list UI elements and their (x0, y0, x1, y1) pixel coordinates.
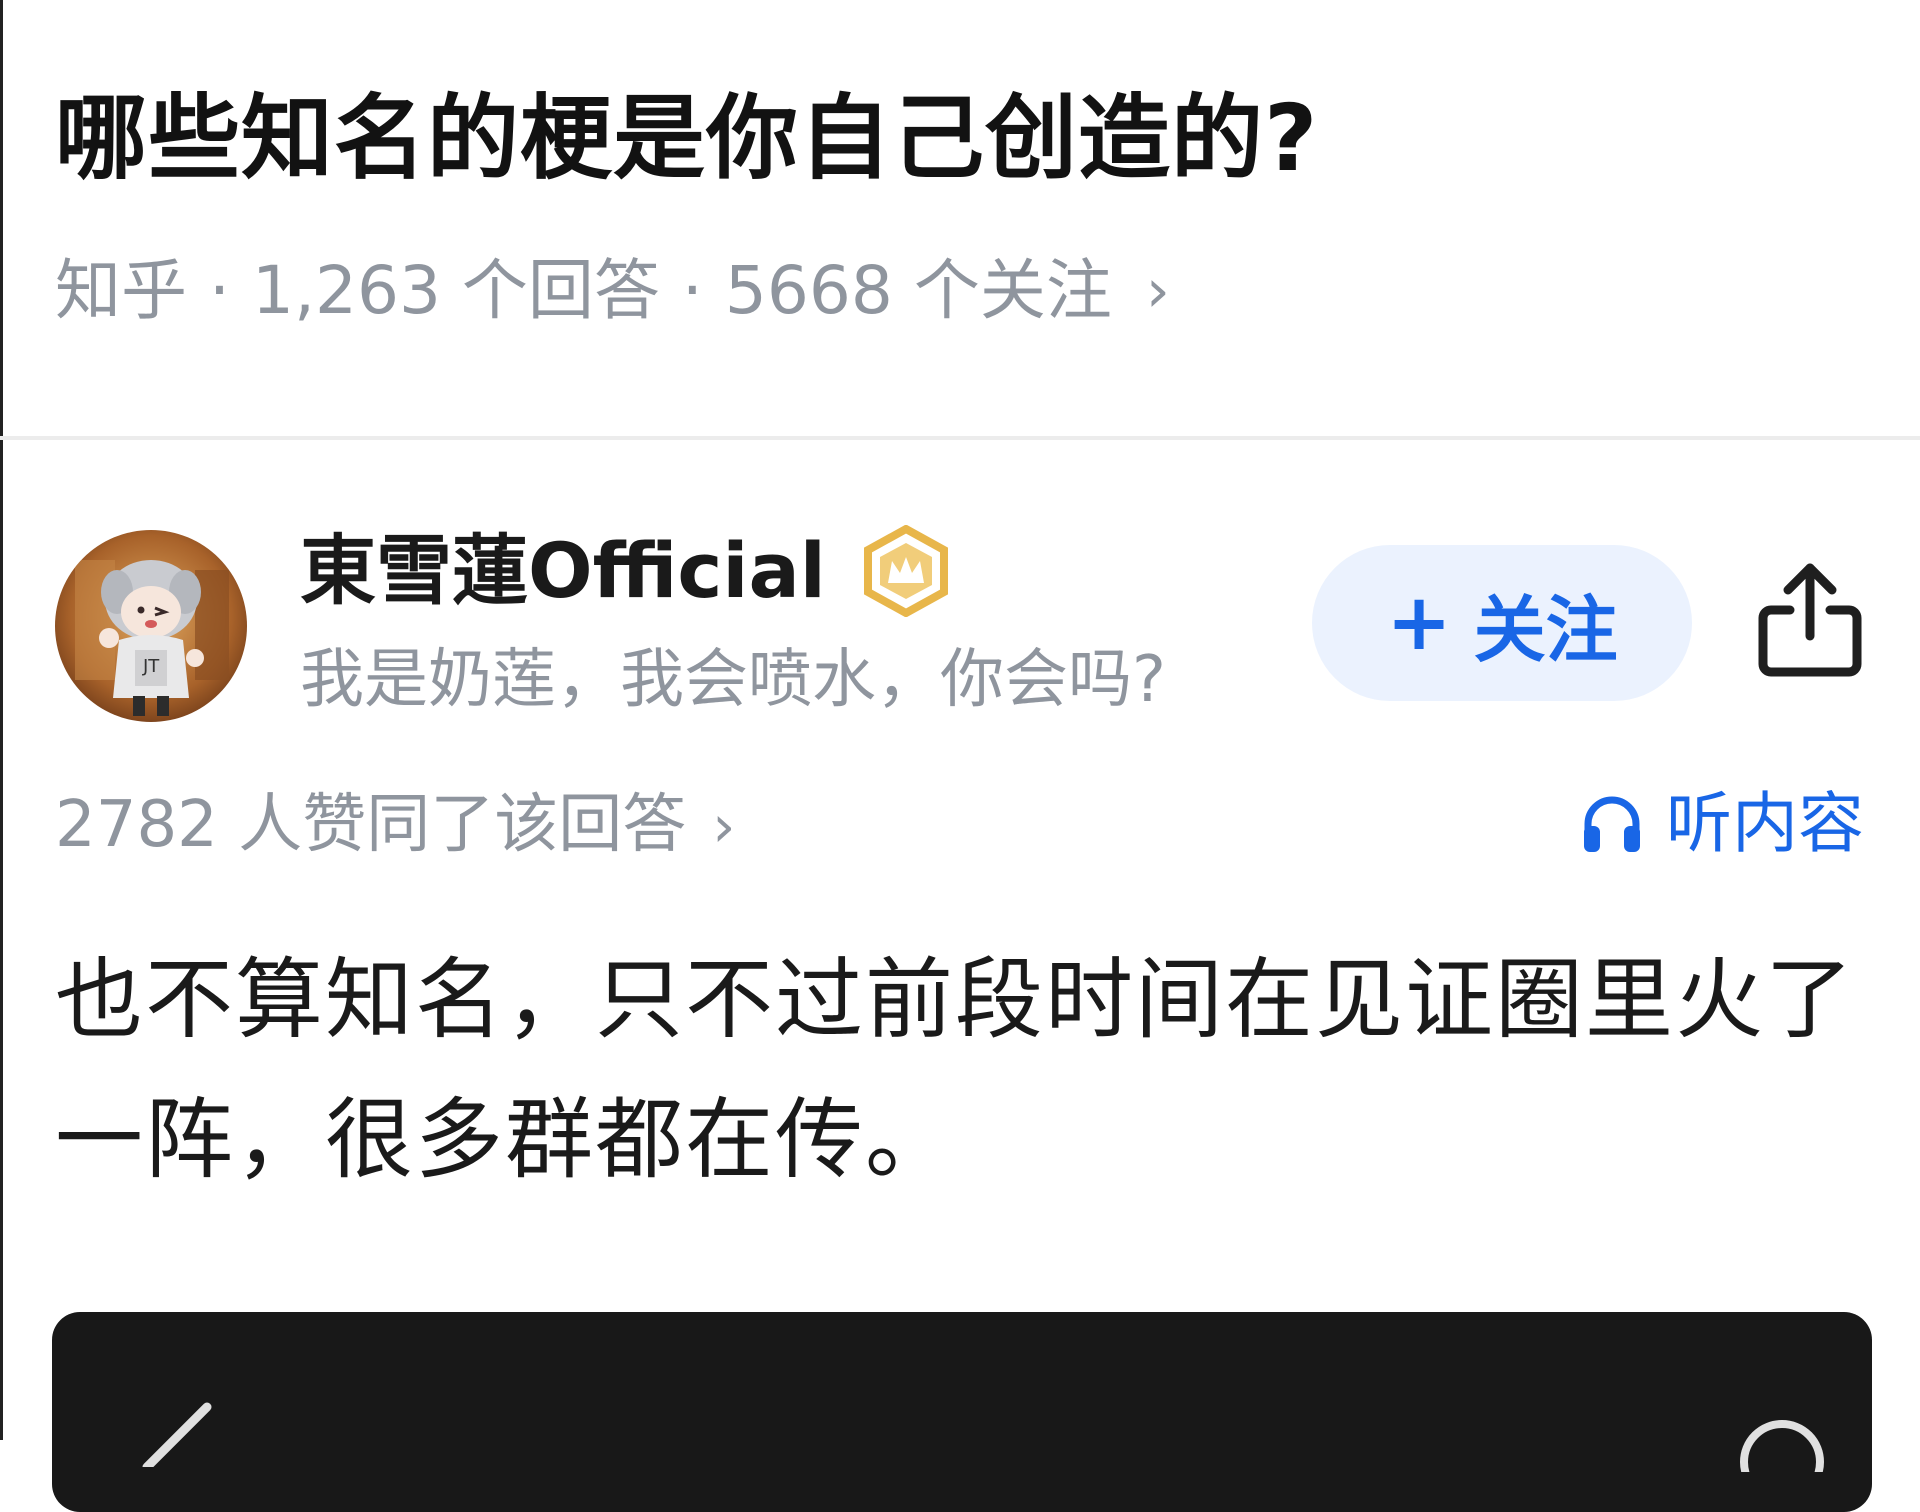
embedded-media-card[interactable] (52, 1312, 1872, 1512)
follow-button[interactable]: + 关注 (1312, 545, 1692, 701)
share-icon[interactable] (1755, 560, 1865, 680)
vote-count-text: 2782 人赞同了该回答 (55, 788, 687, 862)
headphone-icon (1580, 792, 1644, 856)
crown-badge-icon (860, 524, 952, 618)
svg-text:JT: JT (142, 656, 160, 677)
chevron-right-icon: › (712, 792, 736, 860)
screen-edge (0, 0, 3, 1440)
chevron-right-icon: › (1145, 256, 1170, 326)
author-bio: 我是奶莲，我会喷水，你会吗? (300, 643, 1166, 717)
follow-label: 关注 (1473, 587, 1618, 672)
author-name[interactable]: 東雪蓮Official (300, 529, 826, 613)
source-label: 知乎 (55, 252, 187, 329)
question-meta[interactable]: 知乎 · 1,263 个回答 · 5668 个关注 › (55, 258, 1170, 324)
follow-count: 5668 个关注 (724, 252, 1112, 329)
listen-button[interactable]: 听内容 (1580, 785, 1864, 862)
section-divider (0, 436, 1920, 440)
answer-body: 也不算知名，只不过前段时间在见证圈里火了一阵，很多群都在传。 (55, 948, 1856, 1191)
avatar[interactable]: JT (55, 530, 247, 722)
search-icon[interactable] (1722, 1392, 1842, 1504)
plus-icon: + (1386, 578, 1452, 668)
question-title[interactable]: 哪些知名的梗是你自己创造的? (55, 88, 1318, 189)
separator-dot: · (681, 252, 703, 329)
vote-count-link[interactable]: 2782 人赞同了该回答 › (55, 790, 735, 860)
answer-count: 1,263 个回答 (251, 252, 660, 329)
author-name-row[interactable]: 東雪蓮Official (300, 524, 952, 618)
edit-icon[interactable] (127, 1387, 247, 1472)
separator-dot: · (209, 252, 230, 329)
listen-label: 听内容 (1666, 785, 1864, 862)
